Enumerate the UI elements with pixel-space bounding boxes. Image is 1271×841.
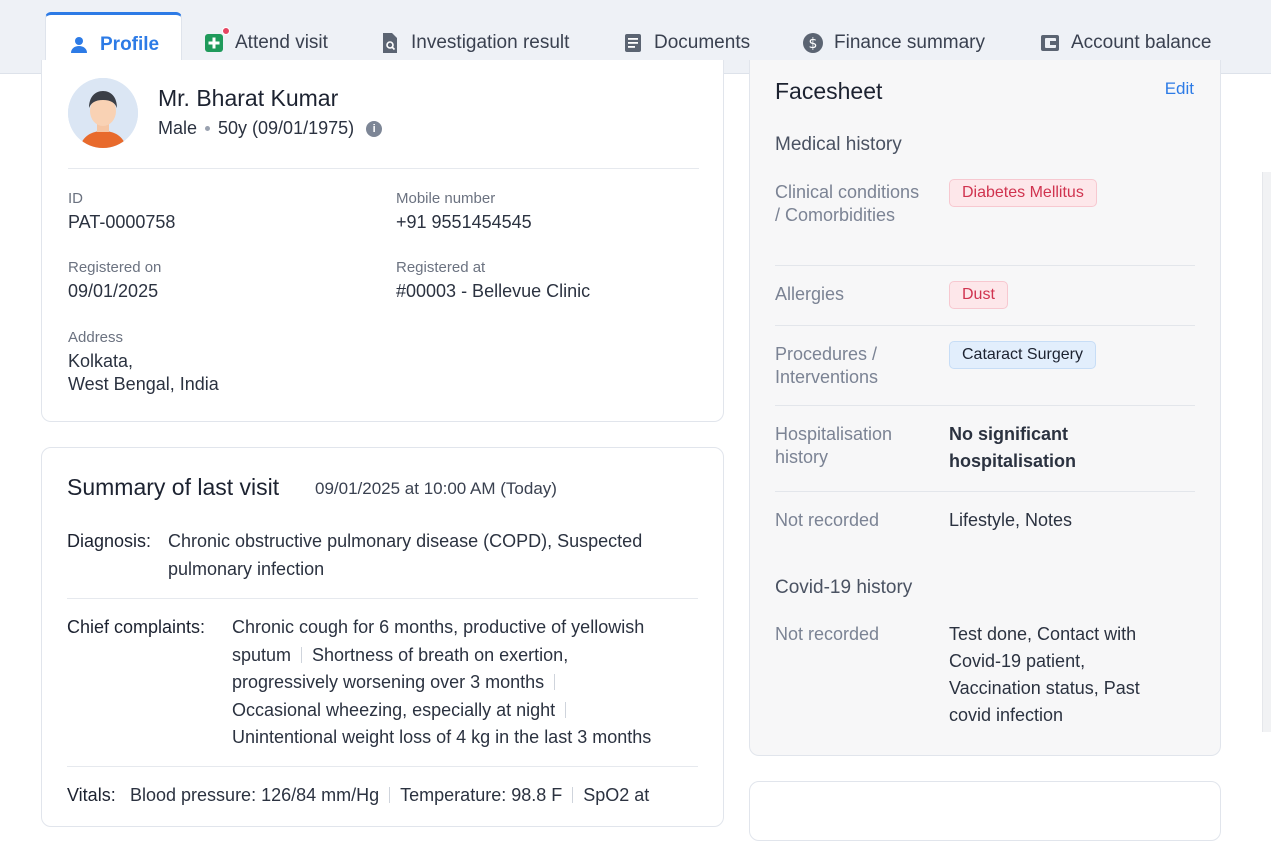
divider [775, 405, 1195, 406]
separator [554, 674, 556, 690]
divider [68, 168, 699, 169]
svg-text:$: $ [809, 36, 818, 52]
hospitalisation-value: No significant hospitalisation [949, 424, 1077, 471]
separator [301, 646, 303, 663]
tab-label: Documents [654, 32, 751, 53]
id-value: PAT-0000758 [68, 212, 176, 232]
allergy-chip: Dust [949, 281, 1008, 309]
patient-meta: Male 50y (09/01/1975) i [158, 118, 383, 139]
facesheet-card: Facesheet Edit Medical history Clinical … [749, 60, 1221, 756]
not-recorded-value: Lifestyle, Notes [949, 510, 1073, 530]
registered-on-label: Registered on [68, 259, 162, 276]
tab-label: Account balance [1071, 32, 1212, 53]
registered-at-label: Registered at [396, 259, 486, 276]
allergies-label: Allergies [775, 284, 845, 304]
procedure-chip: Cataract Surgery [949, 341, 1096, 369]
complaint-item: sputum [232, 644, 292, 665]
notification-dot [222, 27, 230, 35]
covid-not-recorded-label: Not recorded [775, 624, 880, 644]
covid-history-title: Covid-19 history [775, 577, 913, 598]
address-line1: Kolkata, [68, 351, 134, 371]
clinical-conditions-label: Clinical conditions / Comorbidities [775, 182, 920, 225]
search-document-icon [379, 32, 401, 54]
not-recorded-label: Not recorded [775, 510, 880, 530]
edit-link[interactable]: Edit [1165, 79, 1194, 99]
divider [775, 265, 1195, 266]
divider [775, 491, 1195, 492]
summary-title: Summary of last visit [67, 474, 280, 500]
complaint-line: sputum Shortness of breath on exertion, [232, 642, 651, 670]
person-icon [68, 34, 90, 56]
id-label: ID [68, 190, 83, 207]
complaint-item: Chronic cough for 6 months, productive o… [232, 617, 645, 637]
bp-value: 126/84 mm/Hg [261, 785, 380, 805]
complaint-line: Occasional wheezing, especially at night [232, 697, 651, 725]
separator-dot [205, 126, 211, 131]
registered-on-value: 09/01/2025 [68, 281, 159, 301]
address-line2: West Bengal, India [68, 374, 219, 394]
patient-name: Mr. Bharat Kumar [158, 85, 339, 111]
divider [67, 766, 698, 767]
registered-at-value: #00003 - Bellevue Clinic [396, 281, 591, 301]
document-icon [622, 32, 644, 54]
temp-label: Temperature: [400, 785, 507, 805]
divider [775, 325, 1195, 326]
procedures-label: Procedures / Interventions [775, 344, 879, 387]
separator [565, 701, 567, 718]
last-visit-summary-card: Summary of last visit 09/01/2025 at 10:0… [41, 447, 724, 827]
avatar [68, 78, 138, 148]
complaint-item: Occasional wheezing, especially at night [232, 699, 556, 720]
bp-label: Blood pressure: [130, 785, 257, 805]
scrollbar[interactable] [1262, 172, 1271, 732]
condition-chip: Diabetes Mellitus [949, 179, 1097, 207]
patient-profile-card: Mr. Bharat Kumar Male 50y (09/01/1975) i… [41, 60, 724, 422]
spo2-label: SpO2 at [583, 785, 650, 805]
wallet-icon [1039, 32, 1061, 54]
vitals-value: Blood pressure: 126/84 mm/Hg Temperature:… [130, 782, 649, 810]
facesheet-title: Facesheet [775, 78, 883, 104]
diagnosis-value: Chronic obstructive pulmonary disease (C… [168, 528, 642, 583]
diagnosis-line: pulmonary infection [168, 558, 325, 579]
separator [389, 787, 391, 803]
hospitalisation-label: Hospitalisation history [775, 424, 893, 467]
diagnosis-label: Diagnosis: [67, 531, 152, 551]
vitals-label: Vitals: [67, 785, 116, 805]
complaints-label: Chief complaints: [67, 617, 206, 637]
patient-gender: Male [158, 118, 198, 138]
complaints-value: Chronic cough for 6 months, productive o… [232, 614, 651, 752]
tab-label: Attend visit [235, 32, 328, 53]
separator [572, 787, 574, 803]
address-label: Address [68, 329, 124, 346]
divider [67, 598, 698, 599]
mobile-label: Mobile number [396, 190, 496, 207]
mobile-value: +91 9551454545 [396, 212, 532, 232]
tab-label: Finance summary [834, 32, 985, 53]
info-icon[interactable]: i [366, 120, 383, 137]
tab-label: Profile [100, 34, 160, 55]
next-card [749, 781, 1221, 841]
diagnosis-line: Chronic obstructive pulmonary disease (C… [168, 531, 643, 551]
patient-age-dob: 50y (09/01/1975) [218, 118, 355, 138]
summary-date: 09/01/2025 at 10:00 AM (Today) [315, 479, 557, 498]
complaint-line: progressively worsening over 3 months [232, 669, 651, 697]
complaint-item: progressively worsening over 3 months [232, 672, 545, 692]
temp-value: 98.8 F [511, 785, 563, 805]
complaint-item: Shortness of breath on exertion, [312, 644, 569, 665]
complaint-item: Unintentional weight loss of 4 kg in the… [232, 727, 652, 747]
medical-history-title: Medical history [775, 134, 902, 155]
dollar-circle-icon: $ [802, 32, 824, 54]
tab-label: Investigation result [411, 32, 570, 53]
medical-plus-icon [203, 27, 230, 54]
covid-not-recorded-value: Test done, Contact with Covid-19 patient… [949, 624, 1140, 725]
